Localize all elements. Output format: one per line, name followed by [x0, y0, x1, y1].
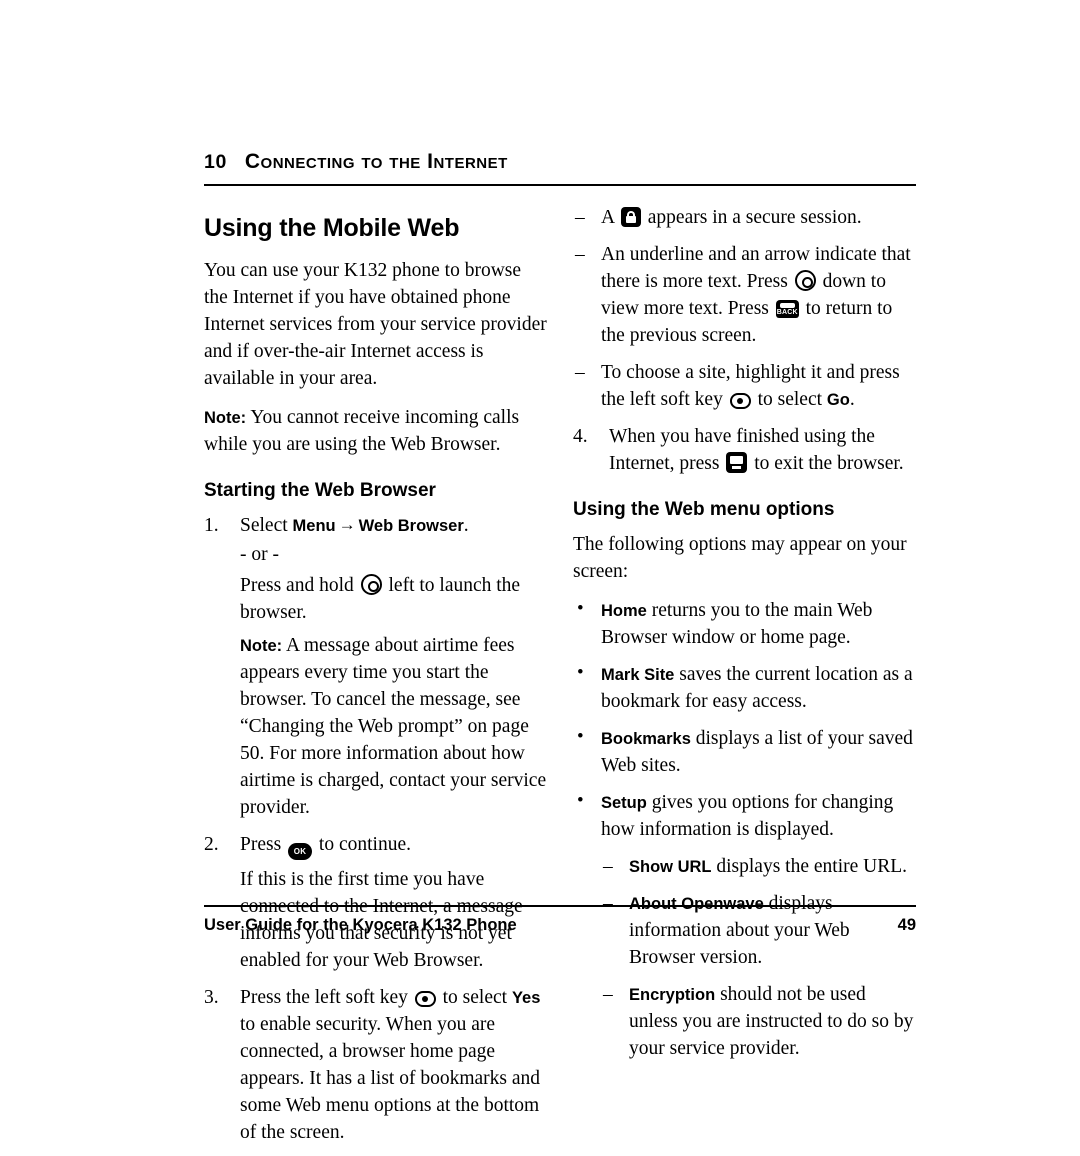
suboption-term: Show URL — [629, 858, 712, 876]
document-page: 10 Connecting to the Internet Using the … — [0, 0, 1080, 1143]
step1-note-label: Note: — [240, 637, 283, 655]
list-item: Home returns you to the main Web Browser… — [573, 596, 916, 651]
section-title-using-mobile-web: Using the Mobile Web — [204, 214, 460, 242]
note-text: You cannot receive incoming calls while … — [204, 407, 520, 455]
list-item: Mark Site saves the current location as … — [573, 660, 916, 715]
step1-text-a: Select — [240, 515, 293, 536]
footer-page-number: 49 — [897, 916, 916, 934]
dash-item-secure-session: A appears in a secure session. — [573, 204, 916, 231]
note-label: Note: — [204, 409, 247, 427]
step2-text-a: Press — [240, 834, 287, 855]
dash1-text-a: A — [601, 207, 619, 228]
left-soft-key-icon — [729, 393, 751, 409]
step-item-3: 3. Press the left soft key to select Yes… — [204, 984, 549, 1146]
subsection-title-web-menu-options: Using the Web menu options — [573, 499, 835, 520]
dash-list-top: A appears in a secure session. An underl… — [573, 204, 916, 413]
step2-text-b: to continue. — [314, 834, 411, 855]
dash1-text-b: appears in a secure session. — [642, 207, 862, 228]
or-separator: - or - — [240, 544, 279, 565]
footer-left-text: User Guide for the Kyocera K132 Phone — [204, 916, 517, 934]
page-footer: User Guide for the Kyocera K132 Phone 49 — [204, 905, 916, 935]
list-item: Encryption should not be used unless you… — [601, 981, 916, 1062]
step-number-1: 1. — [204, 515, 219, 536]
web-menu-intro: The following options may appear on your… — [573, 534, 907, 582]
dash3-text-c: . — [849, 389, 855, 410]
page-content: 10 Connecting to the Internet Using the … — [204, 150, 916, 1156]
step-item-1: 1. Select Menu → Web Browser. - or - Press… — [204, 512, 549, 821]
step1-period: . — [463, 515, 469, 536]
yes-label: Yes — [511, 989, 541, 1007]
dash-item-more-text: An underline and an arrow indicate that … — [573, 241, 916, 349]
navigation-key-icon — [360, 574, 382, 595]
step1-note-text: A message about airtime fees appears eve… — [240, 635, 547, 818]
setup-suboptions-list: Show URL displays the entire URL. About … — [601, 853, 916, 1062]
list-item: Setup gives you options for changing how… — [573, 788, 916, 843]
dash3-text-b: to select — [752, 389, 827, 410]
option-term: Home — [601, 602, 647, 620]
step1-note: Note: A message about airtime fees appea… — [240, 632, 549, 821]
note-paragraph: Note: You cannot receive incoming calls … — [204, 404, 549, 458]
subsection-title-starting-web-browser: Starting the Web Browser — [204, 480, 436, 501]
steps-list-continued: 4. When you have finished using the Inte… — [573, 423, 916, 477]
step4-text-b: to exit the browser. — [749, 453, 904, 474]
suboption-term: Encryption — [629, 986, 716, 1004]
chapter-number: 10 — [204, 151, 227, 173]
right-column: A appears in a secure session. An underl… — [573, 204, 916, 1156]
steps-list: 1. Select Menu → Web Browser. - or - Press… — [204, 512, 549, 1146]
option-term: Bookmarks — [601, 730, 691, 748]
two-column-layout: Using the Mobile Web You can use your K1… — [204, 204, 916, 1156]
menu-label: Menu — [292, 517, 336, 535]
left-column: Using the Mobile Web You can use your K1… — [204, 204, 549, 1156]
step1-press-hold-a: Press and hold — [240, 575, 359, 596]
right-arrow-icon: → — [338, 515, 356, 534]
list-item: Bookmarks displays a list of your saved … — [573, 724, 916, 779]
step-item-2: 2. Press OK to continue. If this is the … — [204, 831, 549, 974]
list-item: Show URL displays the entire URL. — [601, 853, 916, 880]
end-key-icon: BACK — [775, 300, 799, 318]
web-browser-label: Web Browser — [358, 517, 464, 535]
dash-item-choose-site: To choose a site, highlight it and press… — [573, 359, 916, 413]
lock-icon — [620, 207, 641, 227]
go-label: Go — [826, 391, 850, 409]
step3-text-a: Press the left soft key — [240, 987, 413, 1008]
web-menu-options-list: Home returns you to the main Web Browser… — [573, 596, 916, 843]
navigation-key-icon — [794, 270, 816, 291]
ok-key-icon: OK — [288, 843, 313, 860]
step-number-4: 4. — [573, 426, 588, 447]
end-call-key-icon — [726, 452, 748, 473]
left-soft-key-icon — [414, 991, 436, 1007]
intro-paragraph: You can use your K132 phone to browse th… — [204, 260, 547, 389]
step-number-3: 3. — [204, 987, 219, 1008]
step-number-2: 2. — [204, 834, 219, 855]
option-term: Setup — [601, 794, 647, 812]
chapter-title: Connecting to the Internet — [244, 150, 508, 173]
step3-text-c: to enable security. When you are connect… — [240, 1014, 541, 1143]
chapter-header: 10 Connecting to the Internet — [204, 150, 916, 186]
step-item-4: 4. When you have finished using the Inte… — [573, 423, 916, 477]
step1-press-hold: Press and hold left to launch the browse… — [240, 572, 549, 626]
option-term: Mark Site — [601, 666, 675, 684]
step3-text-b: to select — [437, 987, 512, 1008]
suboption-desc: displays the entire URL. — [711, 856, 908, 877]
